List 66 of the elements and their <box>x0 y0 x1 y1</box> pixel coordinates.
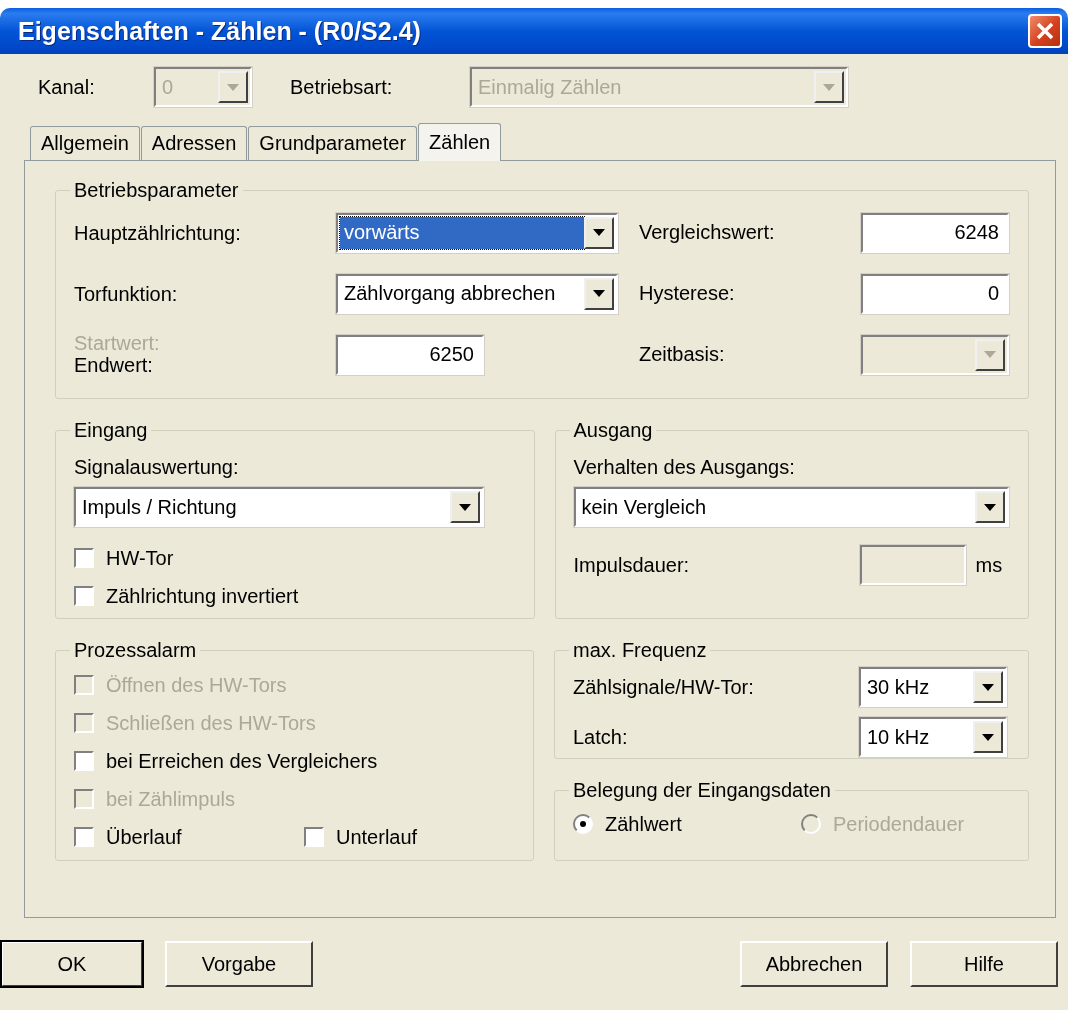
dropdown[interactable]: Impuls / Richtung <box>74 487 484 527</box>
radio-button[interactable] <box>573 814 593 834</box>
dialog-button[interactable]: Abbrechen <box>740 941 888 987</box>
checkbox-label: bei Erreichen des Vergleichers <box>106 749 378 773</box>
dropdown[interactable]: vorwärts <box>336 212 618 253</box>
dropdown[interactable]: 10 kHz <box>859 717 1007 757</box>
checkbox[interactable] <box>74 548 94 568</box>
dropdown[interactable]: Zählvorgang abbrechen <box>336 273 618 314</box>
checkbox[interactable] <box>74 827 94 847</box>
group-title: max. Frequenz <box>572 639 708 662</box>
dropdown[interactable]: 30 kHz <box>859 667 1007 707</box>
field-label: Endwert: <box>74 352 154 377</box>
field-label: Hauptzählrichtung: <box>74 220 242 245</box>
tab[interactable]: Grundparameter <box>248 126 418 160</box>
dialog-button[interactable]: Hilfe <box>910 941 1058 987</box>
checkbox-label: HW-Tor <box>106 546 174 570</box>
checkbox-label: Schließen des HW-Tors <box>106 711 316 735</box>
window-title: Eigenschaften - Zählen - (R0/S2.4) <box>18 16 421 46</box>
tab[interactable]: Zählen <box>418 123 502 161</box>
field-label: Torfunktion: <box>74 281 179 306</box>
checkbox[interactable] <box>304 827 324 847</box>
caret-icon <box>227 83 239 91</box>
radio-label: Zählwert <box>605 812 682 836</box>
field-label: Betriebsart: <box>290 75 394 99</box>
field-label: Kanal: <box>38 75 96 99</box>
caret-icon <box>982 733 994 741</box>
dialog-button[interactable]: Vorgabe <box>165 941 313 987</box>
caret-icon <box>984 351 996 358</box>
field-label: Startwert: <box>74 332 161 353</box>
field-label: Verhalten des Ausgangs: <box>573 456 795 478</box>
input-field[interactable]: 6248 <box>861 212 1009 253</box>
field-label: Signalauswertung: <box>74 456 239 478</box>
input-field[interactable]: 0 <box>861 273 1009 314</box>
tab[interactable]: Adressen <box>140 126 248 160</box>
dropdown[interactable]: kein Vergleich <box>573 487 1009 527</box>
caret-icon <box>982 683 994 691</box>
field-label: Vergleichswert: <box>639 221 775 243</box>
checkbox-label: Unterlauf <box>336 825 418 849</box>
group-title: Betriebsparameter <box>73 179 240 202</box>
field-label: Impulsdauer: <box>573 553 691 577</box>
checkbox-label: Zählrichtung invertiert <box>106 584 299 608</box>
group-title: Eingang <box>73 419 149 442</box>
checkbox[interactable] <box>74 751 94 771</box>
close-button[interactable] <box>1028 14 1062 48</box>
caret-icon <box>823 83 835 91</box>
caret-icon <box>593 290 605 297</box>
checkbox-label: Überlauf <box>106 825 182 849</box>
tab[interactable]: Allgemein <box>30 126 140 160</box>
group-title: Prozessalarm <box>73 639 198 662</box>
field-label: Latch: <box>573 725 629 749</box>
field-label: Hysterese: <box>639 282 735 304</box>
caret-icon <box>983 503 996 511</box>
input-field[interactable]: 6250 <box>336 334 484 375</box>
field-label: Zählsignale/HW-Tor: <box>573 675 755 699</box>
group-title: Belegung der Eingangsdaten <box>572 779 832 802</box>
checkbox-label: bei Zählimpuls <box>106 787 235 811</box>
caret-icon <box>593 229 605 236</box>
radio-label: Periodendauer <box>833 812 965 836</box>
group-title: Ausgang <box>572 419 654 442</box>
close-icon <box>1036 22 1054 40</box>
field-label: Zeitbasis: <box>639 343 725 365</box>
checkbox[interactable] <box>74 586 94 606</box>
unit-label: ms <box>975 553 1003 577</box>
checkbox-label: Öffnen des HW-Tors <box>106 673 287 697</box>
dialog-button[interactable]: OK <box>1 941 143 987</box>
caret-icon <box>459 503 471 511</box>
